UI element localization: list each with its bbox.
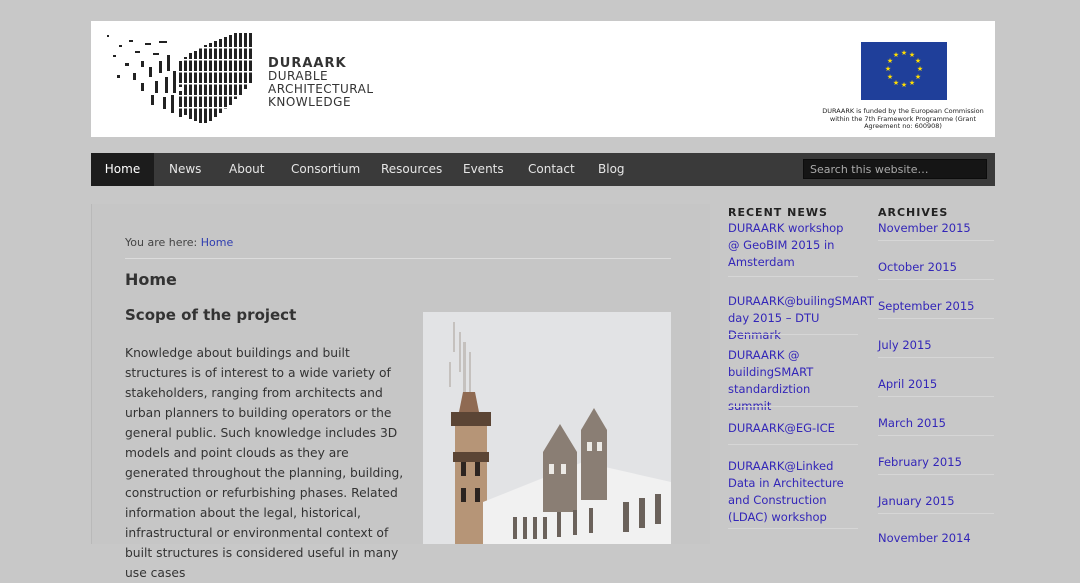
duraark-logo-icon[interactable] (105, 31, 255, 131)
sidebar-divider (878, 318, 994, 319)
recent-news-item-5[interactable]: DURAARK@Linked Data in Architecture and … (728, 458, 860, 526)
archive-link[interactable]: February 2015 (878, 454, 962, 471)
nav-item-blog[interactable]: Blog (598, 153, 625, 186)
nav-item-events[interactable]: Events (463, 153, 504, 186)
archive-link[interactable]: July 2015 (878, 337, 932, 354)
recent-news-item-3[interactable]: DURAARK @ buildingSMART standardiztion s… (728, 347, 848, 415)
page-title: Home (125, 270, 177, 289)
recent-news-item-4[interactable]: DURAARK@EG-ICE (728, 420, 858, 437)
section-title: Scope of the project (125, 306, 297, 324)
main-content: You are here: Home Home Scope of the pro… (91, 204, 710, 580)
nav-item-home[interactable]: Home (91, 153, 154, 186)
intro-paragraph: Knowledge about buildings and built stru… (125, 346, 404, 580)
sidebar-divider (728, 406, 858, 407)
main-navigation: Home News About Consortium Resources Eve… (91, 153, 995, 186)
recent-news-item-1[interactable]: DURAARK workshop @ GeoBIM 2015 in Amster… (728, 220, 858, 271)
eu-flag-icon: ★ ★ ★ ★ ★ ★ ★ ★ ★ ★ ★ ★ (861, 42, 947, 100)
sidebar-divider (728, 276, 858, 277)
sidebar-divider (728, 444, 858, 445)
recent-news-heading: RECENT NEWS (728, 206, 828, 219)
site-header: DURAARK DURABLE ARCHITECTURAL KNOWLEDGE … (91, 21, 995, 137)
sidebar-divider (728, 334, 858, 335)
nav-item-resources[interactable]: Resources (381, 153, 442, 186)
svg-text:★: ★ (915, 73, 921, 81)
breadcrumb-home-link[interactable]: Home (201, 236, 233, 249)
archive-link[interactable]: April 2015 (878, 376, 937, 393)
archives-heading: ARCHIVES (878, 206, 949, 219)
nav-item-news[interactable]: News (169, 153, 201, 186)
archive-link[interactable]: March 2015 (878, 415, 946, 432)
sidebar-divider (878, 474, 994, 475)
nav-item-consortium[interactable]: Consortium (291, 153, 360, 186)
recent-news-item-2[interactable]: DURAARK@builingSMART day 2015 – DTU Denm… (728, 293, 874, 344)
search-input[interactable] (803, 159, 987, 179)
sidebar-divider (878, 435, 994, 436)
nav-item-about[interactable]: About (229, 153, 264, 186)
svg-text:★: ★ (887, 73, 893, 81)
sidebar-divider (878, 396, 994, 397)
svg-text:★: ★ (893, 79, 899, 87)
building-pointcloud-image (423, 312, 671, 544)
svg-text:★: ★ (909, 79, 915, 87)
archive-link[interactable]: November 2015 (878, 220, 971, 237)
sidebar-divider (728, 528, 858, 529)
sidebar-divider (878, 513, 994, 514)
breadcrumb-divider (125, 258, 671, 259)
nav-item-contact[interactable]: Contact (528, 153, 575, 186)
sidebar-divider (878, 357, 994, 358)
svg-text:★: ★ (915, 57, 921, 65)
breadcrumb-prefix: You are here: (125, 236, 198, 249)
archive-link[interactable]: October 2015 (878, 259, 957, 276)
archive-link[interactable]: September 2015 (878, 298, 975, 315)
logo-wordmark[interactable]: DURAARK DURABLE ARCHITECTURAL KNOWLEDGE (268, 57, 374, 109)
eu-funding-caption: DURAARK is funded by the European Commis… (822, 107, 984, 130)
archive-link[interactable]: January 2015 (878, 493, 955, 510)
svg-text:★: ★ (901, 81, 907, 89)
logo-line-knowledge: KNOWLEDGE (268, 95, 352, 109)
svg-text:★: ★ (885, 65, 891, 73)
svg-text:★: ★ (917, 65, 923, 73)
sidebar-divider (878, 240, 994, 241)
svg-text:★: ★ (901, 49, 907, 57)
breadcrumb: You are here: Home (125, 236, 233, 249)
archive-link[interactable]: November 2014 (878, 530, 971, 547)
svg-text:★: ★ (893, 51, 899, 59)
sidebar-divider (878, 279, 994, 280)
